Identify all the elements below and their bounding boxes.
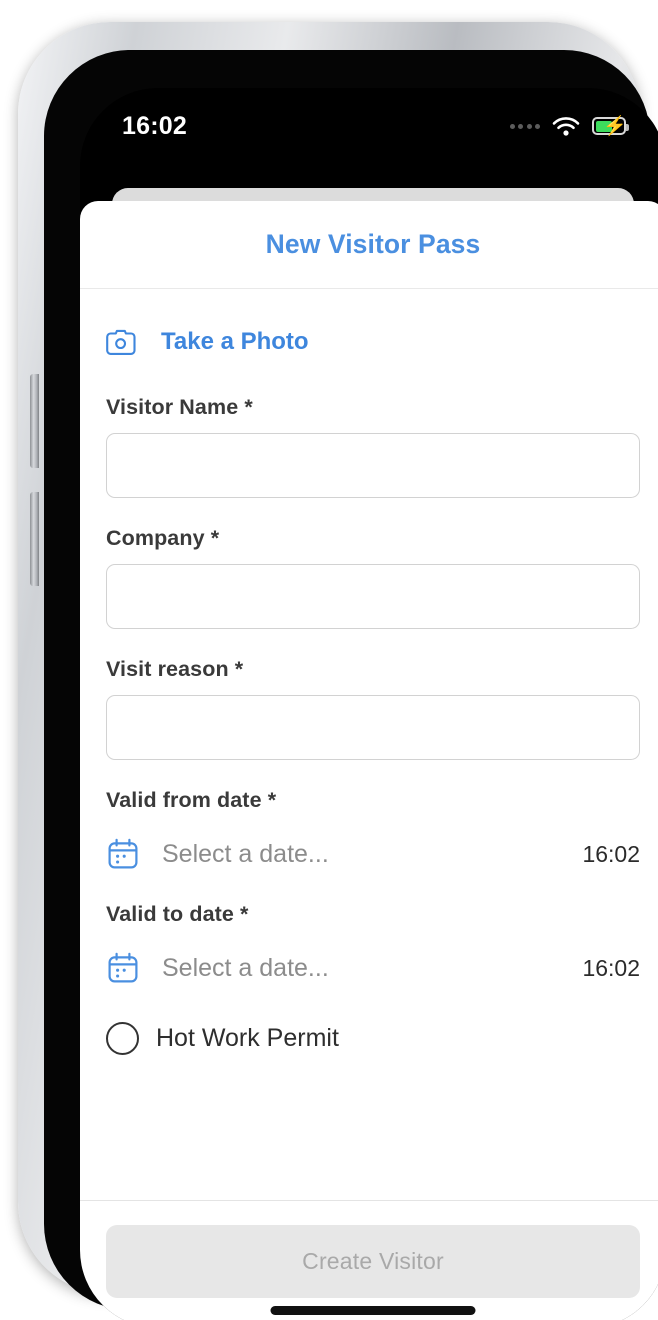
valid-to-date-label: Valid to date * <box>106 902 249 926</box>
status-bar: 16:02 ⚡ <box>80 88 658 150</box>
visit-reason-input[interactable] <box>106 695 640 760</box>
company-input[interactable] <box>106 564 640 629</box>
take-photo-button[interactable]: Take a Photo <box>106 325 640 359</box>
visitor-name-input[interactable] <box>106 433 640 498</box>
sheet-footer: Create Visitor <box>80 1200 658 1320</box>
status-bar-clock: 16:02 <box>122 111 187 140</box>
field-valid-to-date: Valid to date * Select a date... 16:02 <box>106 902 640 996</box>
visit-reason-label: Visit reason * <box>106 657 244 681</box>
valid-to-date-placeholder: Select a date... <box>162 953 329 982</box>
field-visit-reason: Visit reason * <box>106 657 640 760</box>
radio-unchecked-icon[interactable] <box>106 1022 139 1055</box>
volume-up-button[interactable] <box>30 374 39 468</box>
screenshot-stage: 16:02 ⚡ New Visitor Pass Take a Photo Vi… <box>0 0 658 1320</box>
home-indicator[interactable] <box>270 1306 476 1315</box>
create-visitor-button[interactable]: Create Visitor <box>106 1225 640 1298</box>
field-company: Company * <box>106 526 640 629</box>
visitor-name-label: Visitor Name * <box>106 395 253 419</box>
battery-charging-icon: ⚡ <box>592 117 629 137</box>
valid-from-date-placeholder: Select a date... <box>162 839 329 868</box>
company-label: Company * <box>106 526 220 550</box>
hot-work-permit-label: Hot Work Permit <box>156 1024 339 1052</box>
valid-to-date-row[interactable]: Select a date... 16:02 <box>106 940 640 996</box>
valid-to-time[interactable]: 16:02 <box>582 955 640 982</box>
field-valid-from-date: Valid from date * Select a date... 16:02 <box>106 788 640 882</box>
wifi-icon <box>552 117 580 136</box>
volume-down-button[interactable] <box>30 492 39 586</box>
phone-bezel: 16:02 ⚡ New Visitor Pass Take a Photo Vi… <box>44 50 658 1320</box>
hot-work-permit-toggle[interactable]: Hot Work Permit <box>106 1022 640 1055</box>
phone-screen: 16:02 ⚡ New Visitor Pass Take a Photo Vi… <box>80 88 658 1320</box>
sheet-header: New Visitor Pass <box>80 201 658 289</box>
valid-from-time[interactable]: 16:02 <box>582 841 640 868</box>
calendar-icon <box>108 838 138 869</box>
new-visitor-pass-sheet: New Visitor Pass Take a Photo Visitor Na… <box>80 201 658 1320</box>
page-title: New Visitor Pass <box>265 229 481 259</box>
form-body: Take a Photo Visitor Name * Company * Vi… <box>80 289 658 1200</box>
valid-from-date-row[interactable]: Select a date... 16:02 <box>106 826 640 882</box>
phone-frame: 16:02 ⚡ New Visitor Pass Take a Photo Vi… <box>18 22 658 1320</box>
status-bar-indicators: ⚡ <box>509 115 629 137</box>
calendar-icon <box>108 952 138 983</box>
valid-from-date-label: Valid from date * <box>106 788 277 812</box>
camera-icon <box>106 329 136 355</box>
take-photo-label: Take a Photo <box>161 328 309 355</box>
signal-dots-icon <box>509 123 540 129</box>
field-visitor-name: Visitor Name * <box>106 395 640 498</box>
